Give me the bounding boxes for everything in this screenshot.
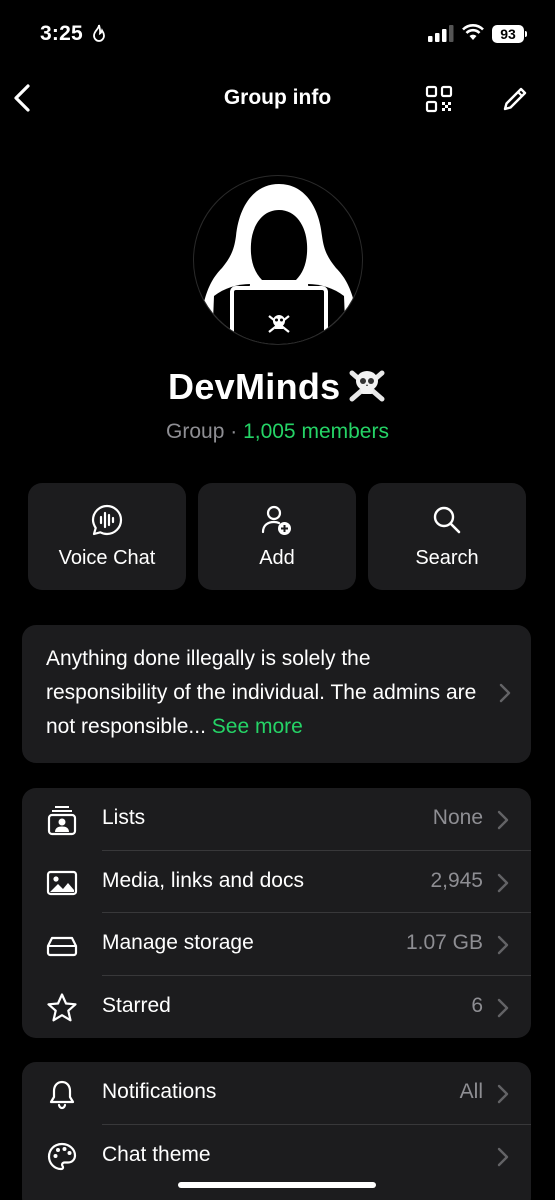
chevron-right-icon [497,1084,509,1104]
chat-theme-label: Chat theme [102,1142,211,1166]
description-text-block: Anything done illegally is solely the re… [46,642,486,744]
starred-value: 6 [471,993,483,1017]
media-label: Media, links and docs [102,868,304,892]
lists-value: None [432,806,483,829]
media-value: 2,945 [430,868,483,892]
group-name: DevMinds [168,366,341,407]
chevron-right-icon [499,683,511,703]
notifications-label: Notifications [102,1080,217,1103]
wifi-icon [462,24,484,40]
chevron-right-icon [497,810,509,830]
lists-icon [47,806,77,836]
storage-icon [46,936,78,957]
qr-code-icon[interactable] [424,84,454,114]
home-indicator[interactable] [178,1182,376,1188]
group-type: Group [166,420,225,443]
group-subtitle: Group · 1,005 members [0,420,555,444]
group-avatar[interactable] [193,175,363,345]
lists-row[interactable]: Lists None [22,788,531,851]
edit-icon[interactable] [500,84,530,114]
signal-icon [428,25,454,42]
storage-row[interactable]: Manage storage 1.07 GB [22,913,531,976]
palette-icon [47,1142,77,1170]
search-button[interactable]: Search [368,483,526,590]
page-title: Group info [223,86,332,109]
flame-icon [93,24,105,42]
lists-label: Lists [102,806,146,829]
group-name-row: DevMinds [0,365,555,408]
voice-chat-button[interactable]: Voice Chat [28,483,186,590]
search-label: Search [415,547,479,569]
chevron-right-icon [497,1147,509,1166]
battery-icon: 93 [492,25,524,43]
action-buttons: Voice Chat Add Search [28,483,526,591]
voice-chat-label: Voice Chat [58,547,156,569]
search-icon [433,506,461,534]
member-count[interactable]: 1,005 members [243,420,389,443]
media-icon [46,870,78,895]
add-member-label: Add [259,547,295,569]
group-description[interactable]: Anything done illegally is solely the re… [22,625,531,763]
notifications-row[interactable]: Notifications All [22,1062,531,1125]
chat-theme-row[interactable]: Chat theme [22,1125,531,1188]
notifications-value: All [459,1080,483,1103]
subtitle-separator: · [224,420,244,443]
add-member-icon [261,505,291,535]
info-list: Lists None Media, links and docs 2,945 M… [22,788,531,1038]
add-member-button[interactable]: Add [198,483,356,590]
see-more-link[interactable]: See more [212,715,303,738]
chevron-right-icon [497,998,509,1017]
battery-cap [525,31,527,37]
hacker-avatar-image [204,184,354,344]
status-bar: 3:25 93 [0,0,555,70]
media-row[interactable]: Media, links and docs 2,945 [22,851,531,913]
status-time: 3:25 [40,22,83,45]
star-icon [47,992,77,1021]
starred-row[interactable]: Starred 6 [22,976,531,1039]
storage-value: 1.07 GB [405,931,483,954]
starred-label: Starred [102,993,171,1017]
chevron-right-icon [497,873,509,892]
settings-list: Notifications All Chat theme [22,1062,531,1200]
storage-label: Manage storage [102,931,254,954]
chevron-right-icon [497,935,509,955]
skull-crossbones-icon [349,370,385,402]
voice-chat-icon [91,504,123,536]
bell-icon [49,1080,75,1110]
